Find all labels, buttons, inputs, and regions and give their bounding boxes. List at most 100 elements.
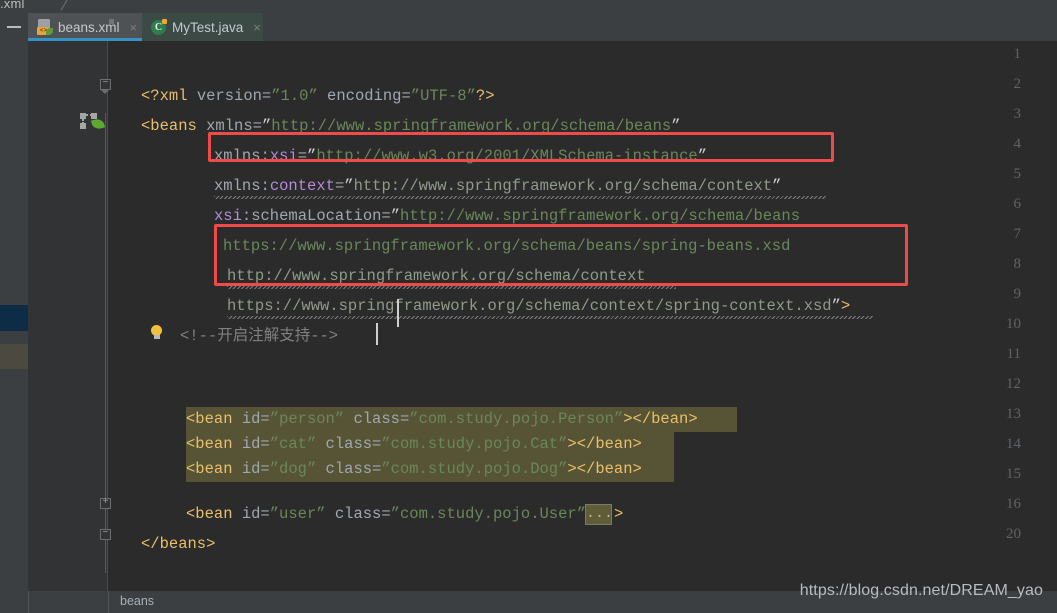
code-line-20: </beans> bbox=[141, 534, 215, 554]
code-token: class= bbox=[344, 410, 410, 428]
java-class-icon: C bbox=[151, 18, 167, 35]
code-token: xml bbox=[159, 87, 188, 105]
code-line-1: <?xml version=”1.0” encoding=”UTF-8”?> bbox=[141, 86, 495, 106]
code-token: id= bbox=[232, 410, 270, 428]
code-token: http://www.springframework.org/schema/be… bbox=[271, 117, 672, 135]
code-token: = bbox=[297, 147, 308, 165]
spring-leaf-icon bbox=[90, 117, 106, 131]
top-breadcrumb-sliver: .xml / bbox=[0, 0, 1057, 14]
code-token: <bean bbox=[186, 460, 233, 478]
code-line-8: https://www.springframework.org/schema/c… bbox=[227, 296, 850, 316]
code-line-16: <bean id=”user” class=”com.study.pojo.Us… bbox=[186, 504, 586, 524]
code-token: encoding= bbox=[317, 87, 411, 105]
code-line-14: <bean id=”dog” class=”com.study.pojo.Dog… bbox=[186, 459, 642, 479]
breadcrumb-xml-label: .xml bbox=[0, 0, 25, 11]
code-token: ” bbox=[390, 207, 401, 225]
code-line-9: <!--开启注解支持--> bbox=[180, 326, 338, 346]
code-token: https://www.springframework.org/schema/c… bbox=[227, 297, 832, 315]
code-token: <bean bbox=[186, 435, 233, 453]
tab-mytest-java-close-icon[interactable]: × bbox=[253, 21, 261, 34]
code-token: ”com.study.pojo.User” bbox=[390, 505, 587, 523]
code-token: https://www.springframework.org/schema/b… bbox=[223, 237, 791, 255]
minimize-icon bbox=[7, 26, 21, 28]
code-token: ”UTF-8” bbox=[410, 87, 476, 105]
code-token: xmlns: bbox=[214, 147, 270, 165]
code-token: > bbox=[623, 410, 633, 428]
code-content[interactable]: <?xml version=”1.0” encoding=”UTF-8”?> <… bbox=[108, 41, 1057, 591]
code-token: http://www.springframework.org/schema/be… bbox=[400, 207, 801, 225]
code-token: xsi bbox=[269, 147, 298, 165]
code-token: xmlns= bbox=[196, 117, 262, 135]
code-token: context bbox=[269, 177, 335, 195]
code-token: ”dog” bbox=[269, 460, 317, 478]
code-token: ” bbox=[671, 117, 681, 135]
code-token: ”user” bbox=[269, 505, 326, 523]
code-token: ” bbox=[772, 177, 782, 195]
code-line-7: http://www.springframework.org/schema/co… bbox=[227, 266, 646, 286]
code-line-6: https://www.springframework.org/schema/b… bbox=[223, 236, 790, 256]
code-token: ”com.study.pojo.Dog” bbox=[381, 460, 568, 478]
tab-mytest-java-label: MyTest.java bbox=[172, 19, 244, 35]
folded-region-ellipsis[interactable]: ... bbox=[585, 504, 613, 525]
code-token: <bean bbox=[186, 410, 233, 428]
xml-file-icon: <> bbox=[37, 19, 114, 35]
code-token: ”person” bbox=[269, 410, 345, 428]
code-token: ?> bbox=[475, 87, 495, 105]
strip-marker-blue[interactable] bbox=[0, 305, 28, 331]
bottom-divider-right bbox=[108, 591, 109, 613]
error-squiggle-line7 bbox=[227, 286, 676, 289]
strip-marker-olive[interactable] bbox=[0, 344, 28, 369]
breadcrumb-beans[interactable]: beans bbox=[120, 594, 154, 608]
code-token: <? bbox=[141, 87, 160, 105]
error-squiggle-line8 bbox=[227, 316, 873, 319]
tab-beans-xml[interactable]: <> beans.xml × bbox=[28, 13, 142, 41]
minimize-button[interactable] bbox=[0, 13, 28, 41]
code-line-2: <beans xmlns=”http://www.springframework… bbox=[141, 116, 681, 136]
code-token: xsi bbox=[214, 207, 242, 225]
code-token: :schemaLocation= bbox=[241, 207, 391, 225]
code-token: ” bbox=[697, 147, 708, 165]
code-line-5: xsi:schemaLocation=”http://www.springfra… bbox=[214, 206, 800, 226]
code-token: http://www.w3.org/2001/XMLSchema-instanc… bbox=[316, 147, 698, 165]
code-token: > bbox=[567, 435, 577, 453]
code-line-3: xmlns:xsi= ”http://www.w3.org/2001/XMLSch… bbox=[214, 146, 707, 166]
code-token: id= bbox=[232, 460, 270, 478]
code-token: > bbox=[614, 505, 624, 523]
code-token: = bbox=[334, 177, 345, 195]
code-token: id= bbox=[232, 505, 270, 523]
left-tool-strip bbox=[0, 13, 28, 613]
code-token: > bbox=[567, 460, 577, 478]
code-token: ” bbox=[831, 297, 841, 315]
editor-tab-bar: <> beans.xml × C MyTest.java × bbox=[28, 13, 1057, 41]
code-token: <!--开启注解支持--> bbox=[180, 327, 339, 345]
code-token: http://www.springframework.org/schema/co… bbox=[353, 177, 773, 195]
code-token: class= bbox=[325, 505, 391, 523]
code-token: </bean> bbox=[576, 460, 642, 478]
code-token: xmlns: bbox=[214, 177, 270, 195]
spring-bean-icon[interactable] bbox=[80, 113, 106, 131]
code-token: </bean> bbox=[632, 410, 698, 428]
code-token: </beans> bbox=[141, 535, 216, 553]
tab-beans-xml-close-icon[interactable]: × bbox=[130, 21, 138, 34]
code-token: id= bbox=[232, 435, 270, 453]
code-token: <bean bbox=[186, 505, 233, 523]
code-token: ”com.study.pojo.Cat” bbox=[381, 435, 568, 453]
text-caret-secondary bbox=[397, 299, 399, 327]
code-token: http://www.springframework.org/schema/co… bbox=[227, 267, 646, 285]
code-line-13: <bean id=”cat” class=”com.study.pojo.Cat… bbox=[186, 434, 642, 454]
code-token: <beans bbox=[141, 117, 197, 135]
code-token: ”cat” bbox=[269, 435, 317, 453]
code-token: version= bbox=[187, 87, 272, 105]
code-line-12: <bean id=”person” class=”com.study.pojo.… bbox=[186, 409, 698, 429]
code-token: class= bbox=[316, 460, 382, 478]
tab-mytest-java[interactable]: C MyTest.java × bbox=[142, 13, 263, 41]
code-token: ” bbox=[344, 177, 354, 195]
code-line-4: xmlns:context=”http://www.springframewor… bbox=[214, 176, 781, 196]
text-caret bbox=[376, 323, 378, 345]
code-editor[interactable]: 1 2 3 4 5 6 7 8 9 10 11 12 13 14 15 16 2… bbox=[28, 41, 1057, 591]
watermark-text: https://blog.csdn.net/DREAM_yao bbox=[799, 582, 1043, 599]
code-token: ”com.study.pojo.Person” bbox=[409, 410, 624, 428]
code-token: </bean> bbox=[576, 435, 642, 453]
code-token: ” bbox=[261, 117, 272, 135]
breadcrumb-separator-icon: / bbox=[59, 0, 69, 14]
